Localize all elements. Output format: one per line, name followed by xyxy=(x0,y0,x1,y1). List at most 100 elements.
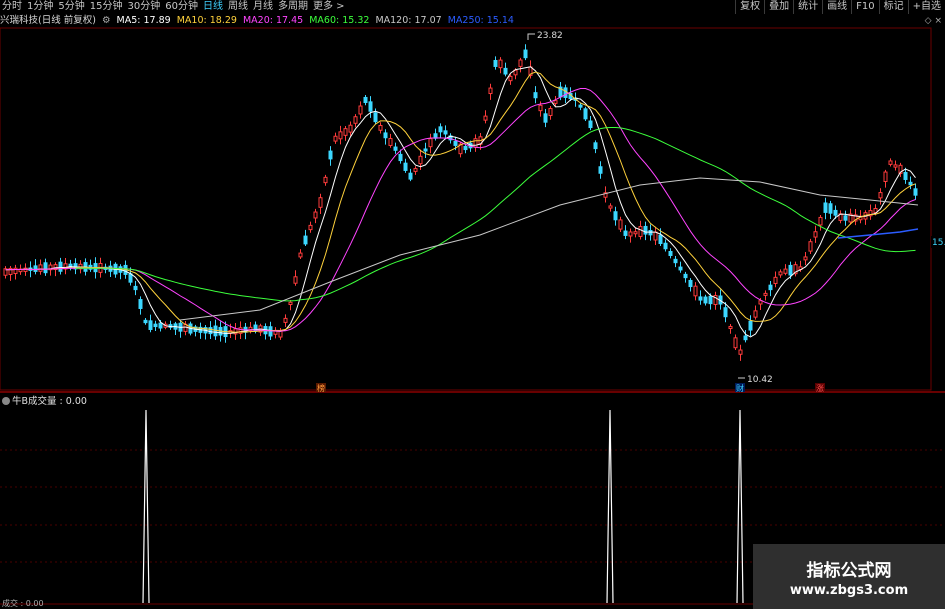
candle-123 xyxy=(618,216,623,232)
candle-164 xyxy=(823,197,828,220)
kline-chart[interactable]: 23.82 10.42 15. 榜 财 涨 xyxy=(0,0,945,609)
candle-body-121 xyxy=(608,205,613,209)
candle-body-153 xyxy=(768,284,773,291)
candle-body-104 xyxy=(523,49,528,59)
candle-body-58 xyxy=(293,276,298,284)
candle-65 xyxy=(328,146,333,166)
candle-76 xyxy=(383,129,388,145)
candle-body-47 xyxy=(238,327,243,334)
high-price-label: 23.82 xyxy=(537,31,563,41)
candle-body-117 xyxy=(588,120,593,129)
candle-14 xyxy=(73,258,78,275)
candle-106 xyxy=(533,86,538,104)
candle-body-166 xyxy=(833,209,838,216)
candle-body-7 xyxy=(38,264,43,272)
candle-109 xyxy=(548,106,553,120)
candle-body-90 xyxy=(453,140,458,146)
bottom-label-text: 成交 : 0.00 xyxy=(2,599,44,608)
marker-1: 榜 xyxy=(317,383,325,393)
candle-162 xyxy=(813,225,818,243)
candle-body-74 xyxy=(373,112,378,123)
candle-165 xyxy=(828,200,833,219)
candle-70 xyxy=(353,114,358,128)
candle-177 xyxy=(888,158,893,167)
candle-body-115 xyxy=(578,104,583,108)
candle-body-155 xyxy=(778,271,783,276)
candle-87 xyxy=(438,123,443,139)
candle-99 xyxy=(498,57,503,74)
candle-body-180 xyxy=(903,172,908,180)
candle-27 xyxy=(138,296,143,315)
candle-body-11 xyxy=(58,261,63,272)
indicator-panel-label: 牛B成交量 : 0.00 xyxy=(2,396,87,408)
candle-body-65 xyxy=(328,150,333,160)
candle-134 xyxy=(673,255,678,268)
candle-154 xyxy=(773,271,778,288)
candle-57 xyxy=(288,299,293,311)
indicator-layer xyxy=(142,409,744,604)
candle-body-160 xyxy=(803,256,808,261)
candle-body-57 xyxy=(288,301,293,306)
candle-body-56 xyxy=(283,317,288,323)
candle-body-82 xyxy=(413,168,418,172)
candle-body-124 xyxy=(623,230,628,236)
candle-body-64 xyxy=(323,176,328,184)
candle-body-128 xyxy=(643,225,648,235)
candle-84 xyxy=(423,142,428,158)
candle-36 xyxy=(183,320,188,336)
candle-17 xyxy=(88,259,93,272)
candle-body-130 xyxy=(653,231,658,241)
candle-23 xyxy=(118,264,123,280)
candle-146 xyxy=(733,334,738,351)
candle-body-133 xyxy=(668,250,673,257)
candle-161 xyxy=(808,238,813,255)
candle-130 xyxy=(653,226,658,245)
candle-75 xyxy=(378,122,383,134)
watermark-url: www.zbgs3.com xyxy=(789,583,909,598)
candle-body-92 xyxy=(463,145,468,151)
candle-168 xyxy=(843,210,848,226)
candle-body-77 xyxy=(388,138,393,146)
candle-68 xyxy=(343,125,348,141)
candle-38 xyxy=(193,324,198,337)
candle-body-165 xyxy=(828,203,833,214)
candle-147 xyxy=(738,344,743,361)
candle-body-63 xyxy=(318,197,323,208)
candle-103 xyxy=(518,57,523,73)
candle-body-127 xyxy=(638,226,643,237)
candle-73 xyxy=(368,96,373,118)
candle-122 xyxy=(613,206,618,226)
candle-body-107 xyxy=(538,104,543,112)
candle-body-59 xyxy=(298,252,303,258)
candle-body-8 xyxy=(43,262,48,274)
candle-body-75 xyxy=(378,124,383,131)
candle-7 xyxy=(38,259,43,275)
candle-86 xyxy=(433,128,438,141)
candle-160 xyxy=(803,252,808,266)
candle-54 xyxy=(273,327,278,339)
candle-body-139 xyxy=(698,296,703,301)
candle-body-79 xyxy=(398,153,403,162)
candle-body-84 xyxy=(423,148,428,152)
indicator-settings-icon[interactable] xyxy=(2,397,10,405)
candle-body-13 xyxy=(68,263,73,269)
candle-body-137 xyxy=(688,279,693,288)
candle-96 xyxy=(483,110,488,124)
candle-body-136 xyxy=(683,273,688,279)
candle-body-27 xyxy=(138,299,143,309)
candle-body-31 xyxy=(158,322,163,329)
candle-119 xyxy=(598,161,603,179)
candle-104 xyxy=(523,44,528,61)
candle-body-145 xyxy=(728,325,733,330)
candle-138 xyxy=(693,282,698,301)
candle-181 xyxy=(908,176,913,190)
candle-163 xyxy=(818,214,823,231)
candle-170 xyxy=(853,208,858,226)
candle-80 xyxy=(403,158,408,173)
candle-body-151 xyxy=(758,300,763,305)
candle-40 xyxy=(203,324,208,340)
candle-body-106 xyxy=(533,92,538,99)
candle-71 xyxy=(358,101,363,119)
candle-115 xyxy=(578,103,583,111)
candle-56 xyxy=(283,314,288,327)
